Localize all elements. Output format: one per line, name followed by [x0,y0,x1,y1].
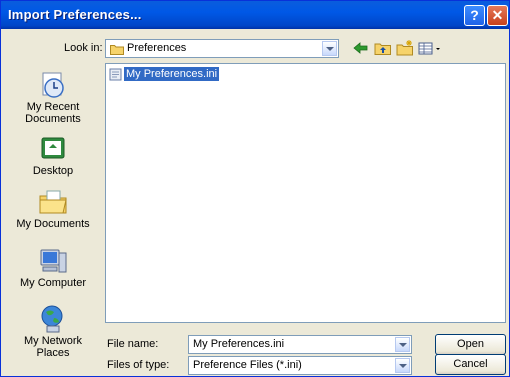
open-button[interactable]: Open [435,334,506,355]
file-name-label: File name: [107,338,159,350]
close-button[interactable]: ✕ [487,5,508,26]
place-label: Desktop [32,165,74,177]
cancel-button[interactable]: Cancel [435,354,506,375]
place-desktop[interactable]: Desktop [5,133,101,177]
place-my-network-places[interactable]: My Network Places [5,303,101,359]
look-in-label: Look in: [64,42,103,54]
file-list[interactable]: My Preferences.ini [105,63,506,323]
my-computer-icon [40,249,67,273]
chevron-down-icon[interactable] [395,358,410,373]
back-arrow-icon[interactable] [350,39,372,57]
close-icon: ✕ [491,7,504,23]
up-folder-icon[interactable] [372,39,394,57]
help-icon: ? [470,7,479,23]
desktop-icon [41,137,65,159]
place-label: My Computer [19,277,87,289]
places-bar: My Recent Documents Desktop My Documents [5,63,101,373]
file-name-input[interactable]: My Preferences.ini [188,335,412,354]
file-type-select[interactable]: Preference Files (*.ini) [188,356,412,375]
file-name: My Preferences.ini [124,67,220,81]
file-name-value: My Preferences.ini [193,338,285,350]
place-label: Documents [25,113,81,125]
chevron-down-icon[interactable] [395,337,410,352]
file-type-label: Files of type: [107,359,170,371]
file-type-value: Preference Files (*.ini) [193,359,302,371]
recent-documents-icon [42,72,64,98]
look-in-value: Preferences [127,42,187,54]
place-label: My Documents [16,218,90,230]
help-button[interactable]: ? [464,5,485,26]
window-title: Import Preferences... [8,7,142,22]
new-folder-icon[interactable] [394,39,416,57]
ini-file-icon [109,68,122,81]
place-my-recent-documents[interactable]: My Recent Documents [5,69,101,125]
views-menu-icon[interactable] [416,39,444,57]
import-preferences-dialog: Import Preferences... ? ✕ Look in: Prefe… [0,0,510,377]
title-bar[interactable]: Import Preferences... ? ✕ [1,1,509,29]
place-label: My Network [23,335,83,347]
folder-icon [110,45,124,55]
place-label: My Recent [26,101,80,113]
network-places-icon [41,305,63,333]
look-in-combo[interactable]: Preferences [105,39,339,58]
chevron-down-icon[interactable] [322,41,337,56]
place-label: Places [36,347,70,359]
my-documents-icon [39,190,67,214]
place-my-computer[interactable]: My Computer [5,245,101,289]
place-my-documents[interactable]: My Documents [5,186,101,230]
